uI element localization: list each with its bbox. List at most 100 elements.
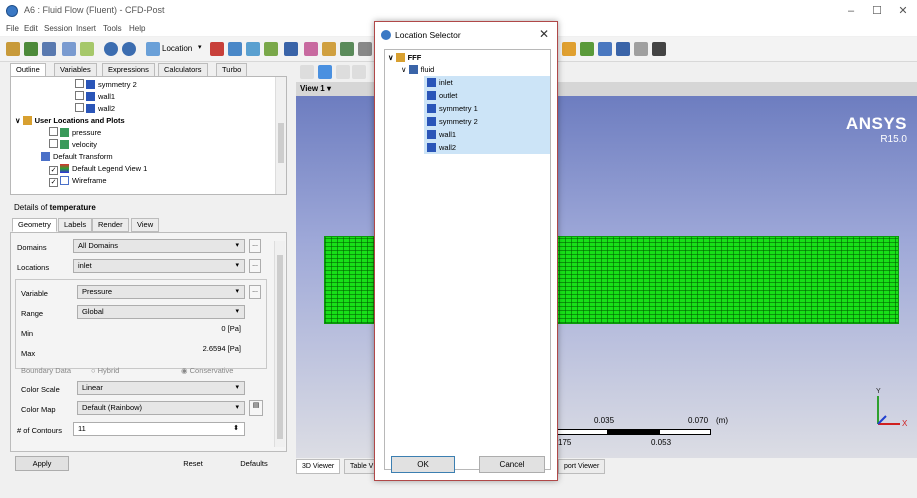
variable-select[interactable]: Pressure ▾ [77,285,245,299]
zoom-icon[interactable] [352,65,366,79]
tab-view[interactable]: View [131,218,160,232]
pen-icon[interactable] [562,42,576,56]
tree-item[interactable]: velocity [49,139,97,150]
defaults-button[interactable]: Defaults [227,456,281,471]
chart-icon[interactable] [580,42,594,56]
domains-select[interactable]: All Domains ▾ [73,239,245,253]
volume-icon[interactable] [264,42,278,56]
checkbox[interactable] [49,127,58,136]
menu-file[interactable]: File [6,24,19,33]
macro-icon[interactable] [634,42,648,56]
tab-geometry[interactable]: Geometry [12,218,57,232]
chevron-down-icon[interactable]: ∨ [388,53,394,62]
checkbox[interactable] [75,103,84,112]
apply-button[interactable]: Apply [15,456,69,471]
tree-item[interactable]: symmetry 2 [75,79,137,90]
cancel-button[interactable]: Cancel [479,456,545,473]
color-map-select[interactable]: Default (Rainbow) ▾ [77,401,245,415]
tree-root[interactable]: ∨ FFF [388,52,421,63]
open-icon[interactable] [24,42,38,56]
scrollbar-thumb[interactable] [278,123,284,163]
chevron-down-icon[interactable]: ∨ [401,65,407,74]
chevron-down-icon[interactable]: ▾ [327,84,331,93]
locations-select[interactable]: inlet ▾ [73,259,245,273]
select-icon[interactable] [300,65,314,79]
chevron-down-icon[interactable]: ∨ [15,116,21,125]
tree-scrollbar[interactable] [275,77,286,194]
isosurface-icon[interactable] [284,42,298,56]
tree-item[interactable]: wall2 [75,103,115,114]
text-icon[interactable] [304,42,318,56]
tree-item[interactable]: Default Transform [41,151,113,162]
locations-browse-button[interactable]: ... [249,259,261,273]
menu-tools[interactable]: Tools [103,24,122,33]
location-item-wall2[interactable]: wall2 [427,142,456,153]
tree-item[interactable]: ✓ Wireframe [49,175,107,187]
tab-outline[interactable]: Outline [10,63,46,77]
scrollbar-thumb[interactable] [277,255,283,439]
clip-icon[interactable] [340,42,354,56]
new-icon[interactable] [6,42,20,56]
range-select[interactable]: Global ▾ [77,305,245,319]
ok-button[interactable]: OK [391,456,455,473]
tree-item[interactable]: wall1 [75,91,115,102]
console-icon[interactable] [652,42,666,56]
location-menu-button[interactable]: Location [162,44,192,53]
vector-icon[interactable] [210,42,224,56]
domains-browse-button[interactable]: ... [249,239,261,253]
spinner-icon[interactable]: ⬍ [233,423,239,435]
tab-render[interactable]: Render [92,218,129,232]
minimize-button[interactable]: – [838,3,864,19]
tab-calculators[interactable]: Calculators [158,63,208,77]
streamline-icon[interactable] [246,42,260,56]
tab-3d-viewer[interactable]: 3D Viewer [296,459,341,474]
location-item-wall1[interactable]: wall1 [427,129,456,140]
redo-icon[interactable] [122,42,136,56]
print-icon[interactable] [62,42,76,56]
tab-expressions[interactable]: Expressions [102,63,155,77]
hybrid-radio[interactable]: ○ Hybrid [91,366,119,375]
location-item-symmetry-1[interactable]: symmetry 1 [427,103,478,114]
color-scale-select[interactable]: Linear ▾ [77,381,245,395]
close-icon[interactable]: ✕ [539,27,549,41]
rotate-icon[interactable] [318,65,332,79]
save-icon[interactable] [42,42,56,56]
tab-variables[interactable]: Variables [54,63,97,77]
menu-session[interactable]: Session [44,24,72,33]
menu-edit[interactable]: Edit [24,24,38,33]
details-scrollbar[interactable] [274,241,285,447]
menu-help[interactable]: Help [129,24,145,33]
tab-report-viewer[interactable]: port Viewer [558,459,606,474]
location-item-outlet[interactable]: outlet [427,90,457,101]
contour-icon[interactable] [228,42,242,56]
color-map-editor-button[interactable]: ▤ [249,400,263,416]
checkbox[interactable]: ✓ [49,178,58,187]
location-item-symmetry-2[interactable]: symmetry 2 [427,116,478,127]
report-icon[interactable] [598,42,612,56]
transform-icon[interactable] [358,42,372,56]
undo-icon[interactable] [104,42,118,56]
table-icon[interactable] [616,42,630,56]
image-icon[interactable] [80,42,94,56]
maximize-button[interactable]: ☐ [864,3,890,19]
reset-button[interactable]: Reset [168,456,218,471]
view-selector[interactable]: View 1 [300,84,325,93]
close-window-button[interactable]: ✕ [890,3,916,19]
menu-insert[interactable]: Insert [76,24,96,33]
checkbox[interactable] [49,139,58,148]
tab-labels[interactable]: Labels [58,218,93,232]
legend-icon[interactable] [322,42,336,56]
pan-icon[interactable] [336,65,350,79]
location-dropdown-icon[interactable]: ▾ [198,43,202,51]
tree-item[interactable]: pressure [49,127,101,138]
checkbox[interactable] [75,91,84,100]
location-item-inlet[interactable]: inlet [427,77,453,88]
tree-domain[interactable]: ∨ fluid [401,64,434,75]
contours-spinner[interactable]: 11 ⬍ [73,422,245,436]
conservative-radio[interactable]: ◉ Conservative [181,366,233,375]
tree-item[interactable]: ✓ Default Legend View 1 [49,163,147,175]
variable-browse-button[interactable]: ... [249,285,261,299]
location-icon[interactable] [146,42,160,56]
tab-turbo[interactable]: Turbo [216,63,248,77]
checkbox[interactable]: ✓ [49,166,58,175]
